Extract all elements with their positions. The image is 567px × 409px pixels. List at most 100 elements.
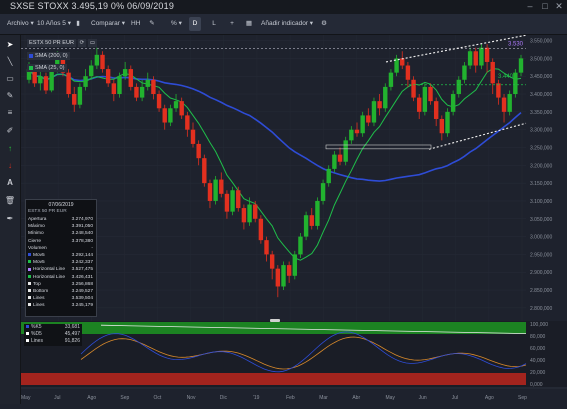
data-row: Cierre 3.378,380 — [26, 238, 96, 245]
data-row-label: Mov5 — [33, 260, 45, 266]
time-axis-label: Nov — [187, 395, 196, 401]
data-row-value: 3.426,431 — [71, 274, 93, 280]
oversold-zone — [21, 373, 526, 385]
fibonacci-tool-icon[interactable]: ≡ — [4, 107, 16, 119]
hh-button[interactable]: HH — [128, 17, 143, 31]
candle-body — [405, 65, 411, 80]
candle-body — [473, 51, 478, 66]
sma200-legend[interactable]: SMA (200, 0) — [27, 52, 70, 60]
candle-body — [303, 215, 309, 237]
percent-button[interactable]: % ▾ — [168, 17, 185, 31]
price-chart[interactable]: 3.530 3.440 3.550,000 3.500,000 3.450,000 3.… — [21, 34, 567, 404]
l-button[interactable]: L — [208, 17, 220, 31]
price-axis-label: 3.100,000 — [530, 199, 552, 205]
price-axis-label: 3.550,000 — [530, 39, 552, 45]
data-row-label: Lines — [33, 296, 45, 302]
candle-body — [117, 76, 122, 95]
time-axis-label: Feb — [286, 395, 295, 401]
compare-select[interactable]: Comparar ▾ — [88, 17, 128, 31]
minimize-icon[interactable]: – — [525, 1, 535, 11]
series-swatch — [28, 253, 31, 257]
price-axis-label: 2.850,000 — [530, 288, 552, 294]
candle-body — [156, 94, 162, 109]
data-row: Horizontal Line 3.426,431 — [26, 274, 96, 281]
panel-icon[interactable]: ▭ — [87, 39, 98, 47]
oscillator-axis-label: 40,000 — [530, 358, 546, 364]
data-row-label: Mov5 — [33, 252, 45, 258]
candle-body — [298, 236, 303, 255]
candle-body — [145, 79, 150, 87]
oscillator-axis-label: 60,000 — [530, 346, 546, 352]
crosshair-button[interactable]: + — [226, 17, 238, 31]
series-swatch — [28, 274, 31, 278]
data-row: Lines 3.245,179 — [26, 302, 96, 309]
time-axis-label: May — [385, 395, 395, 401]
data-row-label: Bottom — [33, 288, 49, 294]
drawing-toolbar: ➤ ╲ ▭ ✎ ≡ ✐ ↑ ↓ A 🗑 ✒ — [0, 35, 21, 404]
candle-body — [320, 183, 326, 201]
candle-body — [439, 118, 445, 134]
price-axis-label: 3.350,000 — [530, 110, 552, 116]
bar-type-icon[interactable]: ▮ — [72, 17, 84, 31]
candle-body — [151, 79, 156, 95]
refresh-icon[interactable]: ⟳ — [77, 39, 87, 47]
line-tool-icon[interactable]: ╲ — [4, 56, 16, 68]
time-axis-label: Jun — [419, 395, 427, 401]
data-row-value: 3.378,380 — [71, 238, 93, 244]
candle-body — [38, 76, 43, 84]
data-row: Lines 3.539,504 — [26, 295, 96, 302]
rectangle-tool-icon[interactable]: ▭ — [4, 73, 16, 85]
brush-tool-icon[interactable]: ✎ — [4, 90, 16, 102]
candle-body — [190, 129, 196, 144]
oscillator-row-value: 33,681 — [64, 324, 80, 330]
symbol-legend[interactable]: ESTX 50 PR EUR ⟳ ▭ — [27, 39, 98, 47]
data-row: Mínimo 3.248,540 — [26, 230, 96, 237]
price-axis-label: 2.800,000 — [530, 306, 552, 312]
time-axis-label: Dic — [220, 395, 228, 401]
d-button[interactable]: D — [189, 17, 201, 31]
candle-body — [72, 94, 77, 105]
data-row-label: Máximo — [28, 224, 45, 230]
close-icon[interactable]: ✕ — [554, 1, 564, 11]
data-row-value: 3.245,179 — [71, 303, 93, 309]
candle-body — [179, 101, 184, 116]
maximize-icon[interactable]: □ — [540, 1, 550, 11]
candle-body — [105, 69, 111, 84]
candle-body — [507, 94, 512, 112]
cursor-icon[interactable]: ➤ — [4, 39, 16, 51]
price-axis-label: 2.950,000 — [530, 252, 552, 258]
candle-body — [196, 143, 201, 159]
level-3440-label: 3.440 — [498, 74, 514, 80]
candle-body — [128, 69, 133, 87]
data-row: Apertura 3.274,970 — [26, 216, 96, 223]
window-title: SXSE STOXX 3.495,19 0% 06/09/2019 — [10, 1, 175, 11]
oscillator-row-value: 91,826 — [64, 338, 80, 344]
grid-icon[interactable]: ▦ — [243, 17, 255, 31]
settings-icon[interactable]: ⚙ — [318, 17, 330, 31]
candle-body — [100, 54, 105, 70]
add-indicator-button[interactable]: Añadir indicador ▾ — [258, 17, 316, 31]
candle-body — [89, 65, 94, 77]
data-row-label: Lines — [33, 303, 45, 309]
pencil-tool-icon[interactable]: ✐ — [4, 125, 16, 137]
file-menu[interactable]: Archivo ▾ — [4, 17, 37, 31]
candle-body — [219, 179, 224, 194]
text-tool-icon[interactable]: A — [4, 177, 16, 189]
time-axis-label: Ago — [87, 395, 96, 401]
candle-body — [224, 193, 230, 212]
oscillator-axis-label: 100,000 — [530, 322, 548, 328]
candle-body — [343, 140, 348, 162]
time-axis-label: Ago — [485, 395, 494, 401]
arrow-down-icon[interactable]: ↓ — [4, 160, 16, 172]
arrow-up-icon[interactable]: ↑ — [4, 143, 16, 155]
candle-body — [366, 115, 371, 123]
candle-body — [360, 115, 365, 134]
candle-body — [168, 108, 173, 123]
period-select[interactable]: 10 Años 5 ▾ — [34, 17, 74, 31]
candle-body — [162, 108, 167, 123]
sma25-legend[interactable]: SMA (25, 0) — [27, 64, 67, 72]
chart-area[interactable]: 3.530 3.440 3.550,000 3.500,000 3.450,000 3.… — [21, 34, 567, 404]
draw-icon[interactable]: ✎ — [146, 17, 158, 31]
trash-icon[interactable]: 🗑 — [4, 195, 16, 207]
eyedropper-icon[interactable]: ✒ — [4, 213, 16, 225]
